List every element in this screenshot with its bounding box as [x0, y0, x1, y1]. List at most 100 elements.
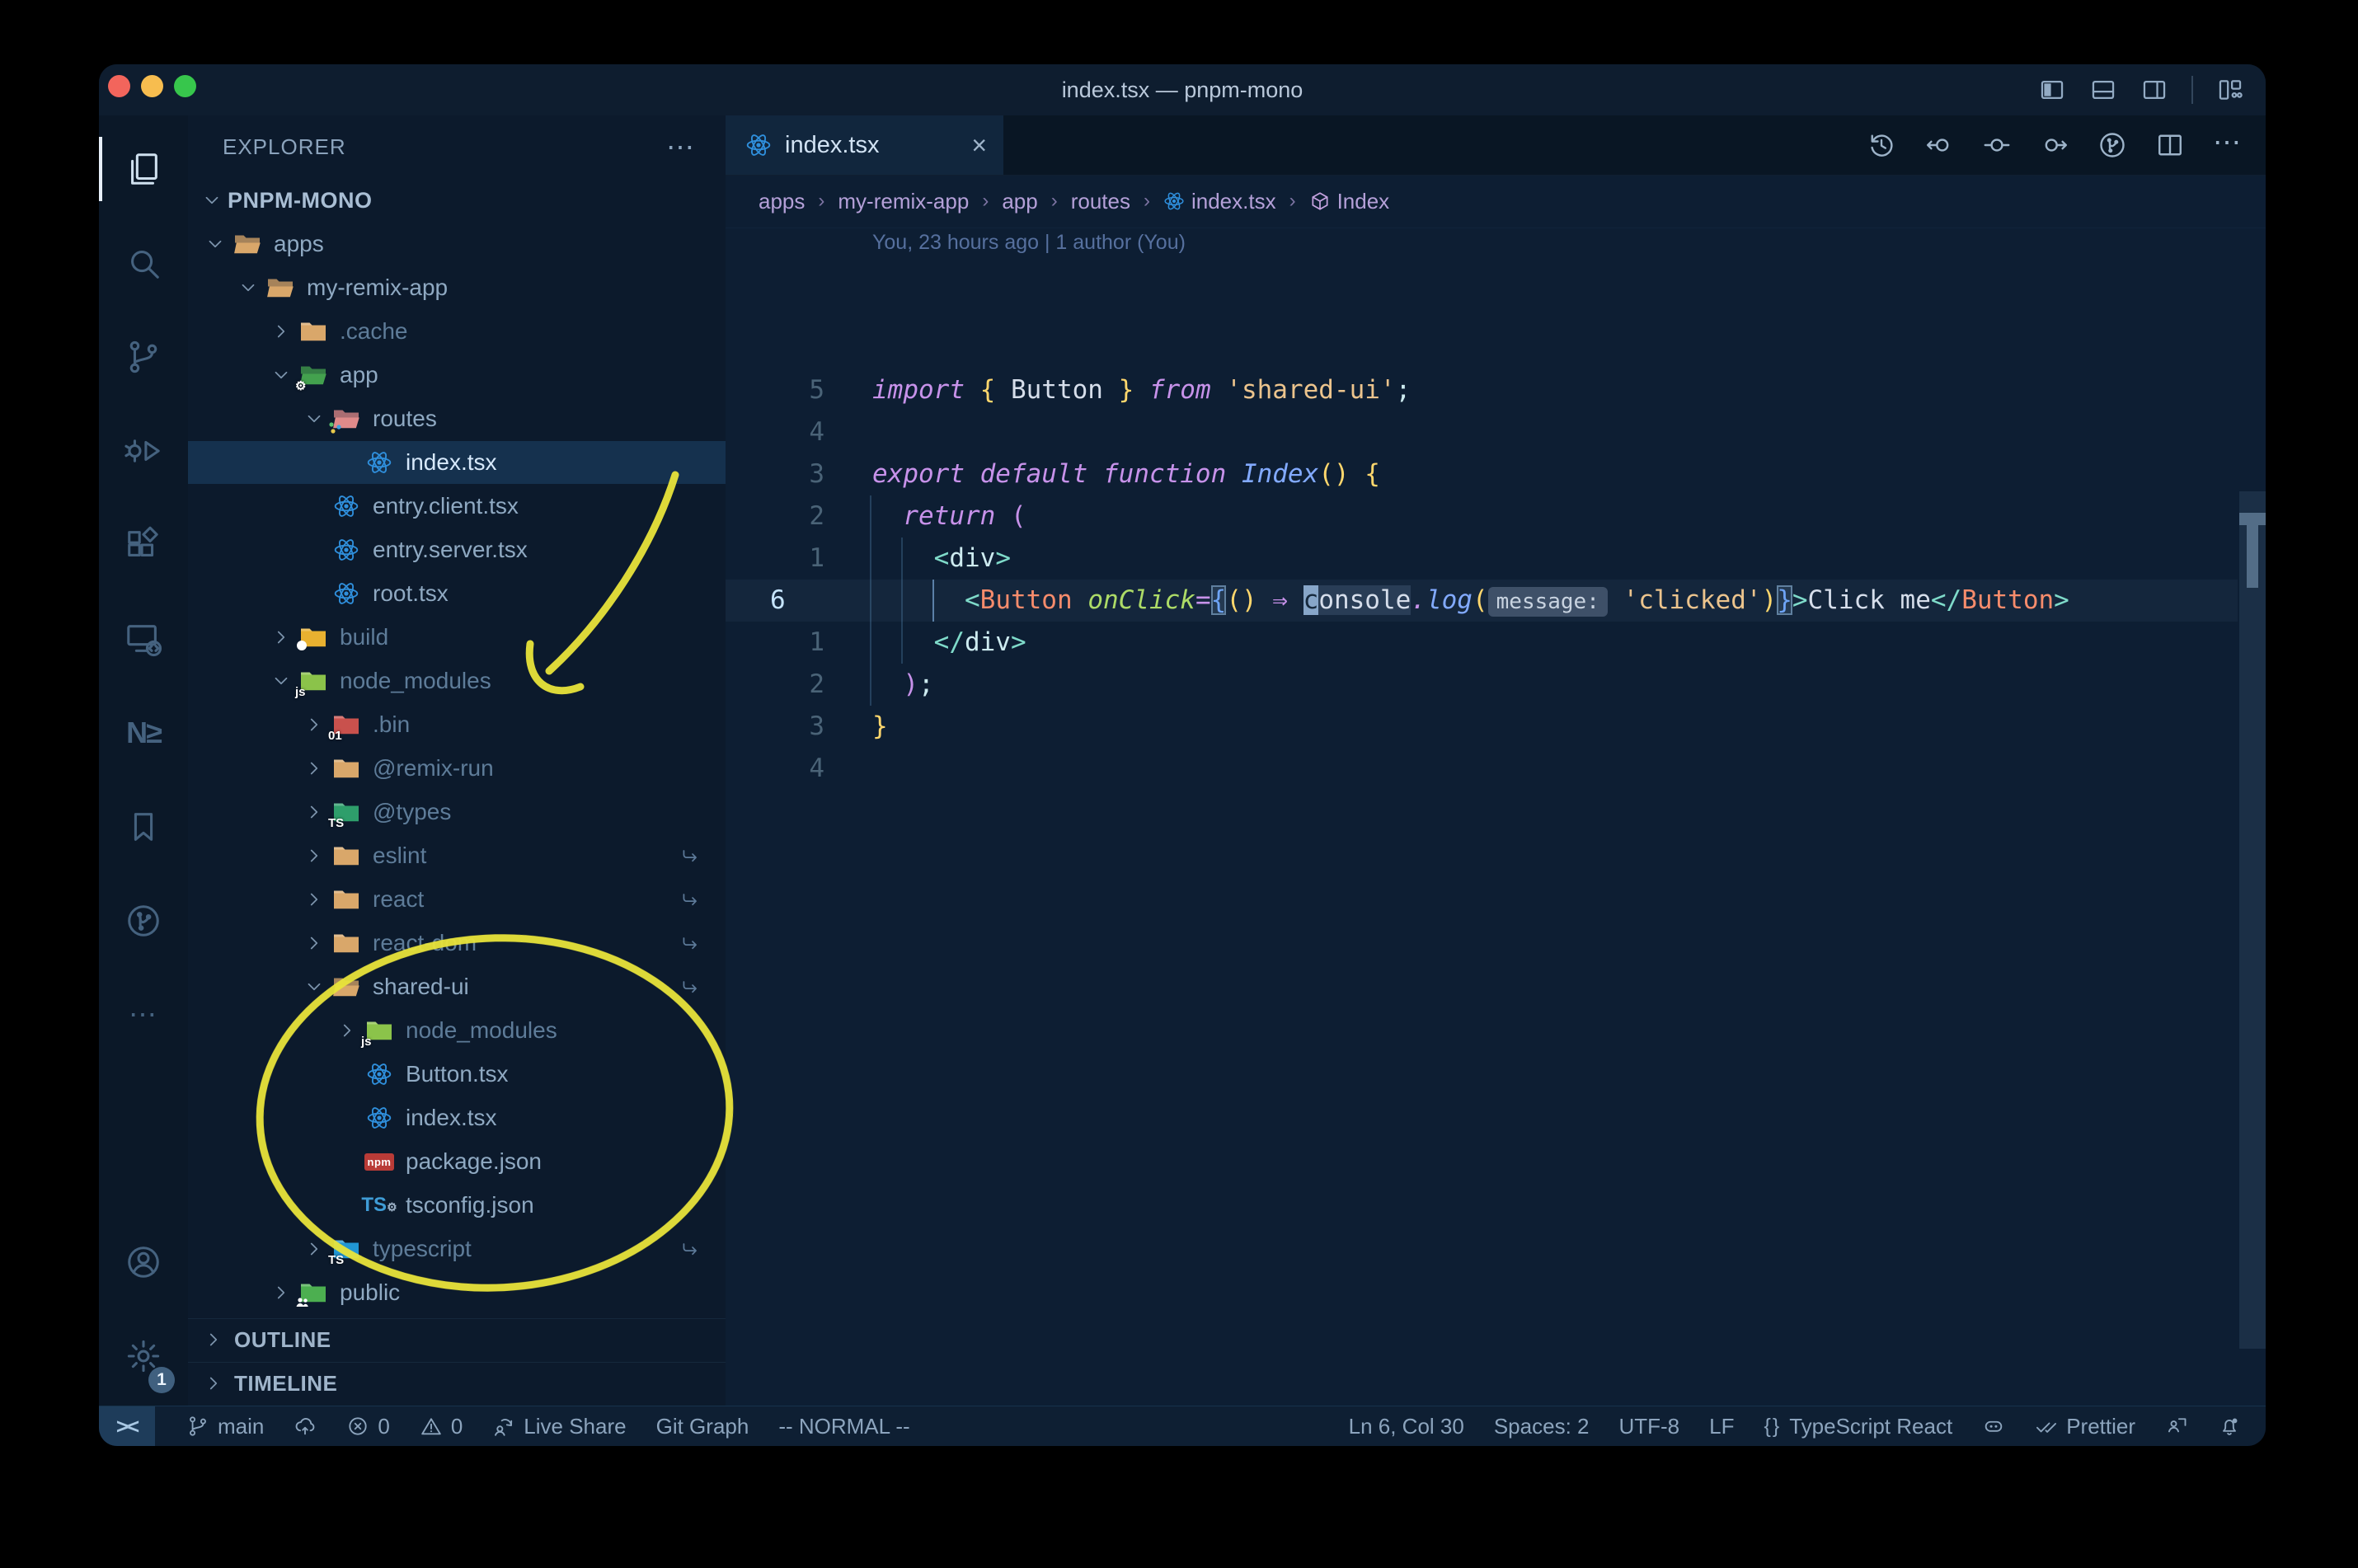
status-item-eol-sequence[interactable]: LF [1709, 1414, 1734, 1439]
breadcrumb-item-routes[interactable]: routes [1071, 189, 1130, 214]
code-area[interactable]: You, 23 hours ago | 1 author (You) 5 impo… [726, 228, 2266, 1406]
tree-item-pnpm-mono[interactable]: PNPM-MONO [188, 179, 726, 222]
error-icon [349, 1417, 367, 1435]
tree-item-root-tsx[interactable]: root.tsx [188, 572, 726, 615]
code-token: } [1777, 585, 1792, 615]
close-tab-icon[interactable]: × [971, 132, 987, 158]
breadcrumb-item-apps[interactable]: apps [759, 189, 805, 214]
more-actions-button[interactable]: ⋯ [2213, 129, 2243, 157]
status-item-feedback[interactable] [2165, 1415, 2188, 1438]
tree-item-entry-client-tsx[interactable]: entry.client.tsx [188, 485, 726, 528]
status-item-problems-warnings[interactable]: 0 [420, 1414, 463, 1439]
activity-bar-item-nx-console[interactable]: N≥ [99, 686, 188, 780]
tree-item--remix-run[interactable]: @remix-run [188, 747, 726, 790]
breadcrumb-item-my-remix-app[interactable]: my-remix-app [838, 189, 969, 214]
tree-item-routes[interactable]: routes [188, 397, 726, 440]
breadcrumb-item-app[interactable]: app [1002, 189, 1037, 214]
timeline-history-button[interactable] [1867, 130, 1896, 160]
live-share-icon [495, 1419, 513, 1436]
status-item-encoding[interactable]: UTF-8 [1618, 1414, 1679, 1439]
activity-bar-item-search[interactable] [99, 216, 188, 310]
nav-back-button[interactable] [1924, 130, 1954, 160]
tree-item-node-modules[interactable]: js node_modules [188, 1009, 726, 1052]
line-number: 3 [809, 711, 824, 741]
code-token: export default function [872, 459, 1242, 489]
status-item-git-branch[interactable]: main [186, 1414, 264, 1439]
tree-item-button-tsx[interactable]: Button.tsx [188, 1053, 726, 1096]
status-item-language-mode[interactable]: {} TypeScript React [1764, 1414, 1953, 1439]
status-item-sync-changes[interactable] [294, 1415, 317, 1438]
breadcrumb-item-index[interactable]: Index [1309, 189, 1389, 214]
code-token: Button [1010, 375, 1103, 405]
activity-bar-item-bookmarks[interactable] [99, 780, 188, 874]
tree-item-tsconfig-json[interactable]: TS⚙ tsconfig.json [188, 1184, 726, 1227]
code-token: onsole [1318, 585, 1412, 615]
code-line-4[interactable]: 4 [726, 411, 2238, 453]
tree-item-public[interactable]: public [188, 1271, 726, 1314]
activity-bar-item-run-debug[interactable] [99, 404, 188, 498]
tree-item-node-modules[interactable]: js node_modules [188, 660, 726, 702]
explorer-more-actions-icon[interactable]: ⋯ [666, 134, 696, 162]
status-item-formatter-prettier[interactable]: Prettier [2035, 1414, 2135, 1439]
tree-item--cache[interactable]: .cache [188, 310, 726, 353]
code-line-2[interactable]: 2 ); [726, 664, 2238, 706]
tree-item--bin[interactable]: 01 .bin [188, 703, 726, 746]
tree-item-index-tsx[interactable]: index.tsx [188, 1096, 726, 1139]
panel-right-icon[interactable] [2140, 76, 2168, 104]
activity-bar-item-extensions[interactable] [99, 498, 188, 592]
code-line-1[interactable]: 1 <div> [726, 538, 2238, 580]
settings-badge: 1 [148, 1367, 175, 1393]
status-item-cursor-position[interactable]: Ln 6, Col 30 [1349, 1414, 1464, 1439]
tree-item-entry-server-tsx[interactable]: entry.server.tsx [188, 528, 726, 571]
split-editor-button[interactable] [2155, 130, 2185, 160]
timeline-section[interactable]: TIMELINE [188, 1362, 726, 1404]
code-line-5[interactable]: 5 import { Button } from 'shared-ui'; [726, 369, 2238, 411]
tree-item-react-dom[interactable]: react-dom [188, 922, 726, 965]
activity-bar-item-settings[interactable]: 1 [99, 1309, 188, 1403]
code-line-3[interactable]: 3} [726, 706, 2238, 748]
activity-bar-item-more-views[interactable]: ⋯ [99, 968, 188, 1062]
tree-item-my-remix-app[interactable]: my-remix-app [188, 266, 726, 309]
tree-item-app[interactable]: ⚙ app [188, 354, 726, 397]
code-line-6-current[interactable]: 6 <Button onClick={() ⇒ console.log(mess… [726, 580, 2238, 622]
tree-item-shared-ui[interactable]: shared-ui [188, 965, 726, 1008]
layout-customize-icon[interactable] [2216, 76, 2244, 104]
code-line-1[interactable]: 1 </div> [726, 622, 2238, 664]
title-bar[interactable]: index.tsx — pnpm-mono [99, 64, 2266, 115]
status-item-indentation[interactable]: Spaces: 2 [1494, 1414, 1590, 1439]
vertical-scrollbar[interactable] [2239, 491, 2266, 1349]
code-line-3[interactable]: 3 export default function Index() { [726, 453, 2238, 495]
status-item-vim-mode[interactable]: -- NORMAL -- [778, 1414, 909, 1439]
status-item-live-share[interactable]: Live Share [492, 1414, 627, 1439]
tree-item--types[interactable]: TS @types [188, 791, 726, 833]
activity-bar-item-source-control[interactable] [99, 310, 188, 404]
tree-item-index-tsx[interactable]: index.tsx [188, 441, 726, 484]
status-item-copilot[interactable] [1982, 1415, 2005, 1438]
outline-section[interactable]: OUTLINE [188, 1318, 726, 1360]
react-file-icon [745, 132, 772, 158]
tree-item-build[interactable]: build [188, 616, 726, 659]
status-item-remote-indicator[interactable]: >< [99, 1406, 155, 1446]
panel-left-filled-icon[interactable] [2038, 76, 2066, 104]
activity-bar-item-git-graph[interactable] [99, 874, 188, 968]
tree-item-package-json[interactable]: npm package.json [188, 1140, 726, 1183]
activity-bar-item-explorer[interactable] [99, 122, 188, 216]
chevron-right-icon [310, 937, 318, 950]
status-item-notifications[interactable] [2218, 1415, 2241, 1438]
panel-bottom-icon[interactable] [2089, 76, 2117, 104]
git-graph-view-button[interactable] [2097, 130, 2127, 160]
activity-bar-item-accounts[interactable] [99, 1215, 188, 1309]
breadcrumb-item-index-tsx[interactable]: index.tsx [1163, 189, 1276, 214]
tree-item-apps[interactable]: apps [188, 223, 726, 265]
code-line-4[interactable]: 4 [726, 748, 2238, 790]
tree-item-typescript[interactable]: TS typescript [188, 1228, 726, 1270]
tab-index-tsx[interactable]: index.tsx × [726, 115, 1003, 175]
nav-forward-button[interactable] [2040, 130, 2069, 160]
tree-item-react[interactable]: react [188, 878, 726, 921]
nav-current-button[interactable] [1982, 130, 2012, 160]
code-line-2[interactable]: 2 return ( [726, 495, 2238, 538]
tree-item-eslint[interactable]: eslint [188, 834, 726, 877]
activity-bar-item-remote-explorer[interactable] [99, 592, 188, 686]
status-item-problems-errors[interactable]: 0 [346, 1414, 390, 1439]
status-item-git-graph[interactable]: Git Graph [656, 1414, 749, 1439]
